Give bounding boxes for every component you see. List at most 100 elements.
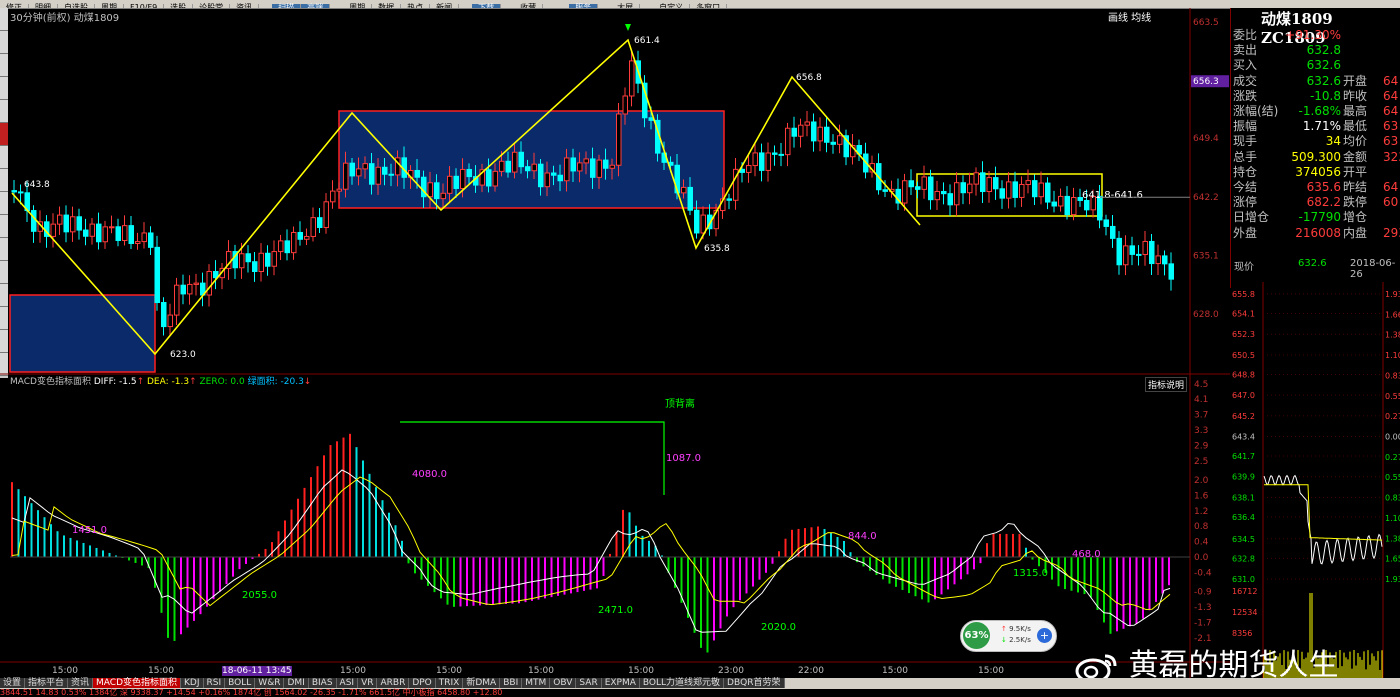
macd-tick-label: 4.1 bbox=[1194, 395, 1208, 405]
indicator-tab[interactable]: ARBR bbox=[377, 678, 410, 688]
candle-body bbox=[752, 152, 758, 167]
current-price-row: 现价 632.6 2018-06-26 bbox=[1232, 258, 1398, 280]
candle-body bbox=[564, 157, 570, 182]
time-axis-label: 15:00 bbox=[978, 666, 1004, 676]
candle-body bbox=[141, 232, 147, 243]
indicator-tab[interactable]: BOLL力道线郑元敬 bbox=[639, 678, 725, 688]
candle-body bbox=[999, 188, 1005, 199]
candle-body bbox=[791, 127, 797, 137]
indicator-tab[interactable]: MTM bbox=[522, 678, 551, 688]
quote-value2: 2932 bbox=[1383, 225, 1400, 240]
quote-row: 成交 632.6 开盘 64 bbox=[1233, 74, 1400, 89]
candle-body bbox=[778, 153, 784, 156]
quote-key: 买入 bbox=[1233, 58, 1258, 73]
macd-area-label: 2055.0 bbox=[242, 590, 277, 601]
indicator-tab[interactable]: EXPMA bbox=[601, 678, 640, 688]
indicator-tab[interactable]: ASI bbox=[336, 678, 359, 688]
indicator-tab[interactable]: SAR bbox=[576, 678, 602, 688]
macd-tick-label: 2.5 bbox=[1194, 457, 1208, 467]
mini-pct-tick: 0.83 bbox=[1385, 371, 1400, 380]
mini-pct-tick: 1.93 bbox=[1385, 575, 1400, 584]
divergence-label: 顶背离 bbox=[665, 397, 695, 410]
macd-tick-label: 1.2 bbox=[1194, 507, 1208, 517]
candle-body bbox=[1064, 195, 1070, 216]
indicator-tabs[interactable]: 设置 指标平台 资讯 MACD变色指标面积 KDJ RSI BOLL W&R DMI BIAS AS… bbox=[0, 678, 785, 688]
intraday-mini-chart[interactable]: 655.8 654.1 652.3 650.5 648.8 647.0 645.2 643.4… bbox=[1230, 282, 1400, 678]
indicator-tab[interactable]: MACD变色指标面积 bbox=[93, 678, 182, 688]
time-axis-label: 15:00 bbox=[628, 666, 654, 676]
down-arrow-icon: ↓ bbox=[1001, 636, 1007, 644]
consolidation-box-1 bbox=[9, 294, 156, 373]
kline-chart[interactable]: 661.4 656.8 623.0 635.8 643.8 641.8-641.6 663… bbox=[0, 0, 1230, 678]
quote-key: 委比 bbox=[1233, 28, 1258, 42]
quote-key: 日增仓 bbox=[1233, 210, 1270, 225]
candle-body bbox=[681, 186, 687, 194]
quote-value: 34 bbox=[1325, 134, 1341, 149]
candle-body bbox=[583, 158, 589, 164]
quote-row: 现手 34 均价 63 bbox=[1233, 134, 1400, 149]
indicator-help-button[interactable]: 指标说明 bbox=[1145, 377, 1188, 392]
quote-key2: 昨收 bbox=[1343, 88, 1368, 103]
indicator-tab[interactable]: BOLL bbox=[225, 678, 256, 688]
indicator-tab[interactable]: OBV bbox=[550, 678, 577, 688]
candle-body bbox=[193, 282, 199, 285]
candle-body bbox=[486, 169, 492, 187]
macd-tick-label: 3.7 bbox=[1194, 411, 1208, 421]
candle-body bbox=[538, 163, 544, 188]
candle-body bbox=[167, 314, 173, 328]
mini-price-tick: 652.3 bbox=[1232, 330, 1255, 339]
indicator-tab[interactable]: TRIX bbox=[435, 678, 464, 688]
quote-row: 涨幅(结) -1.68% 最高 64 bbox=[1233, 104, 1400, 119]
candle-body bbox=[76, 216, 82, 231]
macd-legend-title: MACD变色指标面积 bbox=[10, 377, 91, 387]
time-axis-label: 15:00 bbox=[436, 666, 462, 676]
candle-body bbox=[1155, 255, 1161, 265]
indicator-tab[interactable]: 指标平台 bbox=[25, 678, 69, 688]
label-box: 641.8-641.6 bbox=[1082, 190, 1143, 201]
indicator-tab[interactable]: VR bbox=[358, 678, 378, 688]
quote-value: -1.68% bbox=[1298, 104, 1341, 118]
macd-dea: DEA: -1.3 bbox=[146, 377, 190, 387]
cpu-percent-ring: 63% bbox=[963, 622, 990, 649]
candle-body bbox=[934, 190, 940, 201]
quote-panel: 动煤1809 ZC1809 委比 +91.30% 卖出 632.8 买入 632.6 成交 6… bbox=[1230, 8, 1400, 288]
candle-body bbox=[798, 124, 804, 137]
candle-body bbox=[1058, 195, 1064, 207]
label-left: 643.8 bbox=[24, 180, 50, 190]
time-axis-label: 23:00 bbox=[718, 666, 744, 676]
indicator-tab[interactable]: BBI bbox=[500, 678, 523, 688]
quote-row: 委比 +91.30% bbox=[1233, 28, 1400, 43]
indicator-tab[interactable]: BIAS bbox=[308, 678, 337, 688]
quote-key: 总手 bbox=[1233, 149, 1258, 164]
indicator-tab[interactable]: 资讯 bbox=[68, 678, 94, 688]
network-speed-widget[interactable]: 63% ↑ 9.5K/s ↓ 2.5K/s + bbox=[960, 620, 1057, 652]
indicator-tab[interactable]: W&R bbox=[255, 678, 285, 688]
divergence-bracket bbox=[400, 421, 665, 495]
quote-value: -10.8 bbox=[1309, 88, 1341, 103]
indicator-tab[interactable]: KDJ bbox=[181, 678, 204, 688]
indicator-tab[interactable]: RSI bbox=[203, 678, 226, 688]
candle-body bbox=[89, 223, 95, 237]
candle-body bbox=[206, 271, 212, 296]
candle-body bbox=[1071, 197, 1077, 216]
quote-value: 632.6 bbox=[1306, 73, 1341, 88]
indicator-tab[interactable]: 设置 bbox=[0, 678, 26, 688]
quote-value: 374056 bbox=[1295, 164, 1341, 179]
quote-row: 涨停 682.2 跌停 60 bbox=[1233, 195, 1400, 210]
indicator-tab[interactable]: DPO bbox=[409, 678, 436, 688]
price-highlight-text: 656.3 bbox=[1193, 77, 1219, 87]
mini-pct-tick: 0.27 bbox=[1385, 453, 1400, 462]
candle-body bbox=[63, 214, 69, 233]
macd-area-label: 1087.0 bbox=[666, 453, 701, 464]
candle-body bbox=[603, 159, 609, 169]
mini-pct-tick: 1.66 bbox=[1385, 310, 1400, 319]
indicator-tab[interactable]: DMI bbox=[284, 678, 309, 688]
mini-pct-tick: 0.00 bbox=[1385, 433, 1400, 442]
quote-key: 振幅 bbox=[1233, 119, 1258, 134]
plus-icon[interactable]: + bbox=[1037, 628, 1052, 643]
candle-body bbox=[908, 180, 914, 188]
candle-body bbox=[1168, 263, 1174, 280]
quote-key2: 最低 bbox=[1343, 119, 1368, 134]
indicator-tab[interactable]: DBQR首劳荣 bbox=[724, 678, 785, 688]
indicator-tab[interactable]: 新DMA bbox=[463, 678, 501, 688]
